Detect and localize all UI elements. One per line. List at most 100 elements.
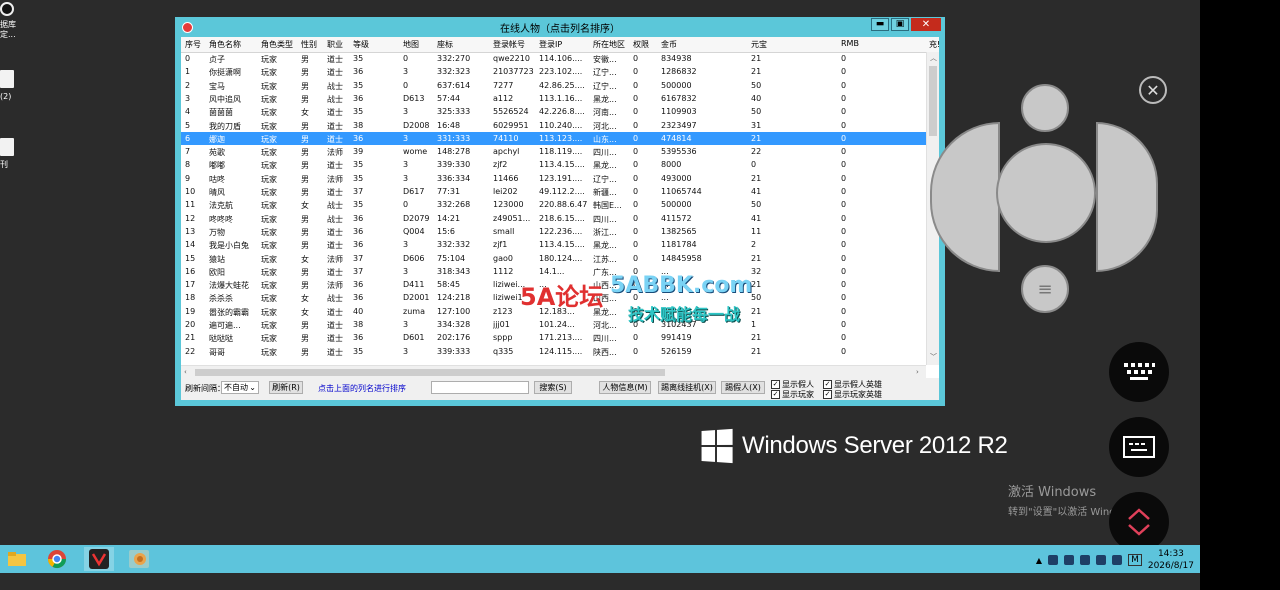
gamepad-center-button[interactable] bbox=[996, 143, 1096, 243]
screen-keyboard-icon[interactable] bbox=[1109, 417, 1169, 477]
table-row[interactable]: 14 我是小白兔 玩家 男 道士 36 3 332:332 zjf1 113.4.15.... 黑龙… bbox=[181, 238, 926, 251]
minimize-button[interactable]: ▬ bbox=[871, 18, 889, 31]
file-explorer-icon[interactable] bbox=[2, 547, 32, 571]
vpn-app-icon[interactable] bbox=[84, 547, 114, 571]
taskbar-clock[interactable]: 14:33 2026/8/17 bbox=[1148, 548, 1194, 572]
search-input[interactable] bbox=[431, 381, 529, 394]
table-row[interactable]: 3 风中追风 玩家 男 战士 36 D613 57:44 a112 113.1.16... 黑龙..… bbox=[181, 92, 926, 105]
table-cell: 3 bbox=[185, 93, 191, 103]
search-button[interactable]: 搜索(S) bbox=[534, 381, 572, 394]
column-header[interactable]: 座标 bbox=[437, 39, 453, 50]
column-header[interactable]: 角色类型 bbox=[261, 39, 293, 50]
table-cell: 21 bbox=[185, 333, 196, 343]
table-row[interactable]: 1 你挺潇啊 玩家 男 道士 36 3 332:323 21037723 223.102.... 辽… bbox=[181, 65, 926, 78]
column-header[interactable]: 角色名称 bbox=[209, 39, 241, 50]
column-header[interactable]: 权限 bbox=[633, 39, 649, 50]
refresh-button[interactable]: 刷新(R) bbox=[269, 381, 303, 394]
table-cell: 113.4.15.... bbox=[539, 160, 585, 170]
column-header[interactable]: 职业 bbox=[327, 39, 343, 50]
table-row[interactable]: 4 菌菌菌 玩家 女 道士 35 3 325:333 5526524 42.226.8.... 河南… bbox=[181, 105, 926, 118]
scroll-right-icon[interactable]: › bbox=[916, 368, 919, 376]
table-cell: 42.226.8.... bbox=[539, 107, 585, 117]
kick-offline-button[interactable]: 踢离线挂机(X) bbox=[658, 381, 716, 394]
table-row[interactable]: 9 咕咚 玩家 男 法师 35 3 336:334 11466 123.191.... 辽宁... 0… bbox=[181, 172, 926, 185]
gamepad-up-button[interactable] bbox=[1021, 84, 1069, 132]
column-header[interactable]: RMB bbox=[841, 39, 859, 48]
column-header[interactable]: 性别 bbox=[301, 39, 317, 50]
scroll-up-icon[interactable]: ︿ bbox=[930, 53, 937, 63]
table-row[interactable]: 6 娜迦 玩家 男 道士 36 3 331:333 74110 113.123.... 山东... 0… bbox=[181, 131, 926, 146]
gamepad-menu-icon[interactable]: ≡ bbox=[1021, 265, 1069, 313]
show-player-hero-checkbox[interactable]: ✓ 显示玩家英雄 bbox=[823, 389, 882, 400]
chrome-icon[interactable] bbox=[42, 547, 72, 571]
table-cell: 114.106.... bbox=[539, 54, 583, 63]
show-player-checkbox[interactable]: ✓ 显示玩家 bbox=[771, 389, 814, 400]
table-row[interactable]: 15 猿站 玩家 女 法师 37 D606 75:104 gao0 180.124.... 江苏..… bbox=[181, 252, 926, 265]
table-cell: 道士 bbox=[327, 108, 343, 118]
gamepad-right-button[interactable] bbox=[1096, 122, 1158, 272]
tray-network-icon[interactable] bbox=[1064, 555, 1075, 565]
table-cell: 0 bbox=[841, 93, 847, 103]
table-cell: 男 bbox=[301, 227, 309, 237]
column-header[interactable]: 所在地区 bbox=[593, 39, 625, 50]
overlay-close-icon[interactable]: ✕ bbox=[1139, 76, 1167, 104]
table-row[interactable]: 22 哥哥 玩家 男 道士 35 3 339:333 q335 124.115.... 陕西... 0… bbox=[181, 345, 926, 358]
scroll-left-icon[interactable]: ‹ bbox=[184, 368, 187, 376]
table-row[interactable]: 20 遍可遍... 玩家 男 道士 38 3 334:328 jjj01 101.24... 河北.… bbox=[181, 318, 926, 331]
table-cell: 10 bbox=[185, 187, 196, 196]
table-row[interactable]: 7 苑歌 玩家 男 法师 39 wome 148:278 apchyl 118.119.... 四川… bbox=[181, 145, 926, 158]
table-row[interactable]: 21 哒哒哒 玩家 男 道士 36 D601 202:176 sppp 171.213.... 四川… bbox=[181, 331, 926, 344]
desktop-icon-file[interactable]: (2) bbox=[0, 70, 30, 102]
column-header[interactable]: 登录IP bbox=[539, 39, 562, 50]
horizontal-scroll-thumb[interactable] bbox=[195, 369, 665, 376]
kick-fake-button[interactable]: 踢假人(X) bbox=[721, 381, 765, 394]
column-header[interactable]: 序号 bbox=[185, 39, 201, 50]
column-header[interactable]: 等级 bbox=[353, 39, 369, 50]
table-cell: 14 bbox=[185, 240, 196, 250]
column-header[interactable]: 地图 bbox=[403, 39, 419, 50]
players-table[interactable]: 序号 角色名称 角色类型 性别 职业 等级 地图 座标 登录帐号 登录IP 所在地区 权限 金币 元宝 RM… bbox=[181, 37, 939, 378]
tray-app-icon-2[interactable] bbox=[1112, 555, 1123, 565]
table-row[interactable]: 2 宝马 玩家 男 战士 35 0 637:614 7277 42.86.25.... 辽宁... 0… bbox=[181, 79, 926, 92]
maximize-button[interactable]: ▣ bbox=[891, 18, 909, 31]
table-row[interactable]: 10 晴风 玩家 男 道士 37 D617 77:31 lei202 49.112.2.... 新疆… bbox=[181, 185, 926, 198]
vertical-scroll-thumb[interactable] bbox=[929, 66, 937, 136]
desktop-icon-file-2[interactable]: 刊 bbox=[0, 138, 30, 170]
table-row[interactable]: 11 法克航 玩家 女 战士 35 0 332:268 123000 220.88.6.47 韩国E… bbox=[181, 198, 926, 211]
window-titlebar[interactable]: 在线人物（点击列名排序） ▬ ▣ ✕ bbox=[175, 17, 945, 37]
tray-flag-icon[interactable] bbox=[1048, 555, 1059, 565]
desktop-icon-label: 刊 bbox=[0, 160, 8, 169]
snail-app-icon[interactable] bbox=[124, 547, 154, 571]
column-header[interactable]: 登录帐号 bbox=[493, 39, 525, 50]
column-header[interactable]: 充! bbox=[929, 39, 939, 50]
table-cell: 6167832 bbox=[661, 93, 697, 103]
table-row[interactable]: 12 咚咚咚 玩家 男 战士 36 D2079 14:21 z49051... 218.6.15.… bbox=[181, 212, 926, 225]
table-cell: 7 bbox=[185, 147, 191, 157]
refresh-interval-select[interactable]: 不自动 ⌄ bbox=[221, 381, 259, 394]
tray-volume-icon[interactable] bbox=[1080, 555, 1091, 565]
desktop-icon-database[interactable]: 据库 定... bbox=[0, 2, 30, 40]
horizontal-scrollbar[interactable]: ‹ › bbox=[181, 365, 926, 378]
table-row[interactable]: 5 我的刀盾 玩家 男 道士 38 D2008 16:48 6029951 110.240....… bbox=[181, 119, 926, 132]
table-row[interactable]: 13 万物 玩家 男 道士 36 Q004 15:6 small 122.236.... 浙江...… bbox=[181, 225, 926, 238]
tray-app-icon[interactable] bbox=[1096, 555, 1107, 565]
expand-collapse-icon[interactable] bbox=[1109, 492, 1169, 552]
tray-expand-icon[interactable]: ▲ bbox=[1036, 556, 1042, 565]
table-cell: D613 bbox=[403, 93, 425, 103]
table-row[interactable]: 8 嘟嘟 玩家 男 道士 35 3 339:330 zjf2 113.4.15.... 黑龙... 0… bbox=[181, 158, 926, 171]
os-logo-text: Windows Server 2012 R2 bbox=[742, 432, 1008, 459]
close-button[interactable]: ✕ bbox=[911, 18, 941, 31]
player-info-button[interactable]: 人物信息(M) bbox=[599, 381, 651, 394]
table-cell: z49051... bbox=[493, 213, 531, 223]
keyboard-toggle-icon[interactable] bbox=[1109, 342, 1169, 402]
ime-indicator[interactable]: M bbox=[1128, 554, 1142, 566]
table-cell: 332:270 bbox=[437, 54, 471, 63]
table-row[interactable]: 0 贞子 玩家 男 道士 35 0 332:270 qwe2210 114.106.... 安徽..… bbox=[181, 52, 926, 65]
table-cell: 安徽... bbox=[593, 55, 617, 64]
column-header[interactable]: 金币 bbox=[661, 39, 677, 50]
scroll-down-icon[interactable]: ﹀ bbox=[930, 352, 937, 362]
table-cell: 40 bbox=[751, 93, 762, 103]
table-cell: 道士 bbox=[327, 241, 343, 251]
table-cell: 1382565 bbox=[661, 226, 697, 236]
column-header[interactable]: 元宝 bbox=[751, 39, 767, 50]
